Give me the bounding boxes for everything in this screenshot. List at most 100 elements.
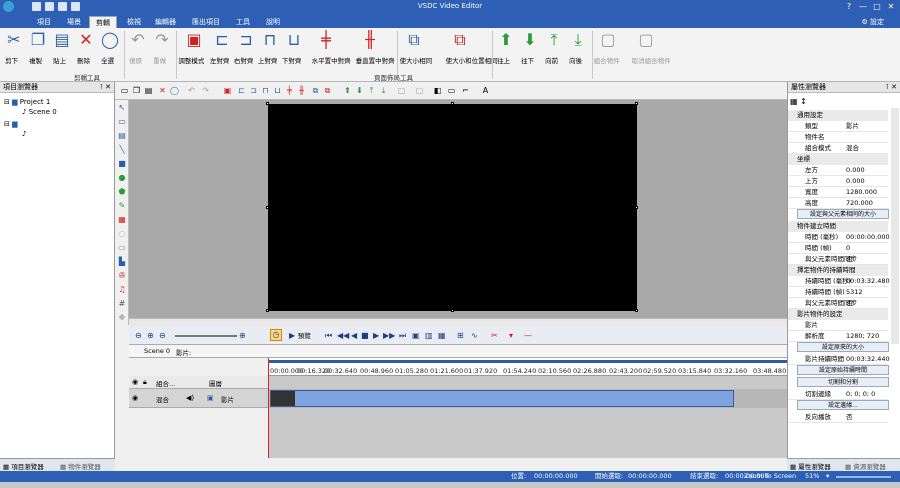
- ruler-range-bar[interactable]: [268, 360, 787, 363]
- rect-small-icon[interactable]: ▭: [447, 86, 456, 95]
- resize-handle[interactable]: [266, 102, 269, 105]
- marker-icon[interactable]: ▣: [412, 331, 420, 340]
- property-value[interactable]: 00:03:32.480: [846, 276, 890, 287]
- layer-visibility-icon[interactable]: ◉: [132, 394, 138, 402]
- properties-scrollbar[interactable]: [891, 108, 899, 344]
- property-row[interactable]: 上方 0.000: [788, 176, 888, 187]
- pin-close-icon[interactable]: ⊺ ✕: [885, 82, 897, 93]
- timeline-ruler[interactable]: 00:00.000 00:16.320 00:32.640 00:48.960 …: [268, 358, 787, 376]
- size-small-icon[interactable]: ⧉: [311, 86, 320, 95]
- zoom-plus-icon[interactable]: ⊕: [239, 331, 246, 340]
- property-row[interactable]: 切割邊緣 0; 0; 0; 0: [788, 389, 888, 400]
- property-value[interactable]: 0: [846, 243, 850, 254]
- align-small-icon[interactable]: ⊓: [261, 86, 270, 95]
- property-row[interactable]: 與父元素時間同步否: [788, 254, 888, 265]
- video-tool-icon[interactable]: ✇: [117, 271, 127, 280]
- tree-item-child[interactable]: ♪: [4, 129, 114, 139]
- playhead[interactable]: [268, 358, 269, 458]
- help-icon[interactable]: ?: [842, 1, 856, 12]
- property-section[interactable]: 通用設定: [788, 110, 888, 121]
- ellipse-tool-icon[interactable]: ●: [117, 173, 127, 182]
- wave-icon[interactable]: ∿: [471, 331, 478, 340]
- tab-resources[interactable]: ▦ 資源瀏覽器: [845, 461, 886, 471]
- property-value[interactable]: 影片: [846, 121, 859, 132]
- copy-button[interactable]: ❐ 複製: [26, 31, 50, 66]
- corner-small-icon[interactable]: ⌐: [461, 86, 470, 95]
- tab-view[interactable]: 檢視: [121, 16, 147, 28]
- align-vcenter-button[interactable]: ╫ 垂直置中對齊: [356, 31, 395, 66]
- property-row[interactable]: 持續時間 (幀) 5312: [788, 287, 888, 298]
- delete-button[interactable]: ✕ 刪除: [74, 31, 98, 66]
- counter-tool-icon[interactable]: #: [117, 299, 127, 308]
- remove-icon[interactable]: —: [524, 331, 532, 340]
- eye-icon[interactable]: ◉: [132, 378, 138, 386]
- polygon-tool-icon[interactable]: ⬟: [117, 187, 127, 196]
- align-small-icon[interactable]: ╪: [285, 86, 294, 95]
- property-row[interactable]: 組合模式 混合: [788, 143, 888, 154]
- tree-item-project[interactable]: ⊟ ▆ Project 1: [4, 97, 114, 107]
- property-action-button[interactable]: 設定邊緣...: [797, 400, 889, 410]
- backward-small-icon[interactable]: ⤓: [379, 86, 388, 95]
- arrow-up-small-icon[interactable]: ⬆: [343, 86, 352, 95]
- settings-button[interactable]: ⚙ 設定: [861, 17, 884, 27]
- property-row[interactable]: 時間 (毫秒) 00:00:00.000: [788, 232, 890, 243]
- preview-mode-icon[interactable]: ◷: [270, 329, 282, 341]
- property-value[interactable]: 5312: [846, 287, 863, 298]
- property-value[interactable]: 否: [846, 412, 853, 423]
- tab-tools[interactable]: 工具: [230, 16, 256, 28]
- align-small-icon[interactable]: ╫: [297, 86, 306, 95]
- align-hcenter-button[interactable]: ╪ 水平置中對齊: [312, 31, 351, 66]
- image-tool-icon[interactable]: ▦: [117, 215, 127, 224]
- resize-handle[interactable]: [635, 102, 638, 105]
- copy-small-icon[interactable]: ❐: [132, 86, 141, 95]
- property-section[interactable]: 擇定物件的持續時間: [788, 265, 888, 276]
- property-value[interactable]: 1280.000: [846, 187, 877, 198]
- speaker-icon[interactable]: ◀): [186, 394, 194, 402]
- group-objects-button[interactable]: ▢ 組合物件: [594, 31, 620, 66]
- next-frame-icon[interactable]: ▶▶: [383, 331, 395, 340]
- undo-small-icon[interactable]: ↶: [187, 86, 196, 95]
- categorized-icon[interactable]: ▦ ↕: [790, 97, 807, 106]
- canvas-scrollbar[interactable]: [129, 318, 787, 326]
- align-left-button[interactable]: ⊏ 左對齊: [210, 31, 234, 66]
- trim-icon[interactable]: ▦: [438, 331, 446, 340]
- same-size-position-button[interactable]: ⧉ 使大小和位置相同: [446, 31, 498, 66]
- step-back-icon[interactable]: ◀: [351, 331, 357, 340]
- property-section[interactable]: 物件建立時間: [788, 221, 888, 232]
- cut-button[interactable]: ✂ 剪下: [2, 31, 26, 66]
- tab-object-explorer[interactable]: ▦ 物件瀏覽器: [60, 461, 101, 471]
- chart-tool-icon[interactable]: ▙: [117, 257, 127, 266]
- property-action-button[interactable]: 切割和分割: [797, 377, 889, 387]
- resize-handle[interactable]: [451, 102, 454, 105]
- tab-project[interactable]: 項目: [31, 16, 57, 28]
- ungroup-objects-button[interactable]: ▢ 取消組合物件: [632, 31, 671, 66]
- align-small-icon[interactable]: ⊔: [273, 86, 282, 95]
- tab-scene[interactable]: 場景: [61, 16, 87, 28]
- property-row[interactable]: 影片持續時間 00:03:32.440: [788, 354, 890, 365]
- tree-item-unnamed[interactable]: ⊟ ▆: [4, 119, 114, 129]
- property-row[interactable]: 寬度 1280.000: [788, 187, 888, 198]
- property-value[interactable]: 00:03:32.440: [846, 354, 890, 365]
- lock-icon[interactable]: 🔒︎: [143, 378, 147, 387]
- text-tool-icon[interactable]: ▭: [117, 117, 127, 126]
- property-value[interactable]: 0.000: [846, 176, 865, 187]
- paste-small-icon[interactable]: ▤: [144, 86, 153, 95]
- tab-help[interactable]: 說明: [260, 16, 286, 28]
- tree-item-scene[interactable]: ♪ Scene 0: [4, 107, 114, 117]
- property-value[interactable]: 0.000: [846, 165, 865, 176]
- zoom-out-icon[interactable]: ⊖: [135, 331, 142, 340]
- tab-video[interactable]: 影片:: [176, 347, 191, 357]
- property-row[interactable]: 解析度 1280; 720: [788, 331, 888, 342]
- ungroup-small-icon[interactable]: ▢: [415, 86, 424, 95]
- resize-handle[interactable]: [635, 206, 638, 209]
- property-section[interactable]: 影片物件的設定: [788, 309, 888, 320]
- play-button[interactable]: ▶ 預覽: [289, 331, 311, 341]
- tab-scene0[interactable]: Scene 0: [144, 347, 170, 355]
- align-right-button[interactable]: ⊐ 右對齊: [234, 31, 258, 66]
- property-row[interactable]: 與父元素時間同步否: [788, 298, 888, 309]
- property-value[interactable]: 否: [846, 298, 853, 309]
- free-shape-tool-icon[interactable]: ✎: [117, 201, 127, 210]
- audio-tool-icon[interactable]: ♫: [117, 285, 127, 294]
- zoom-dropdown-icon[interactable]: ▾: [826, 471, 829, 482]
- edit-cut-icon[interactable]: ✂: [491, 331, 498, 340]
